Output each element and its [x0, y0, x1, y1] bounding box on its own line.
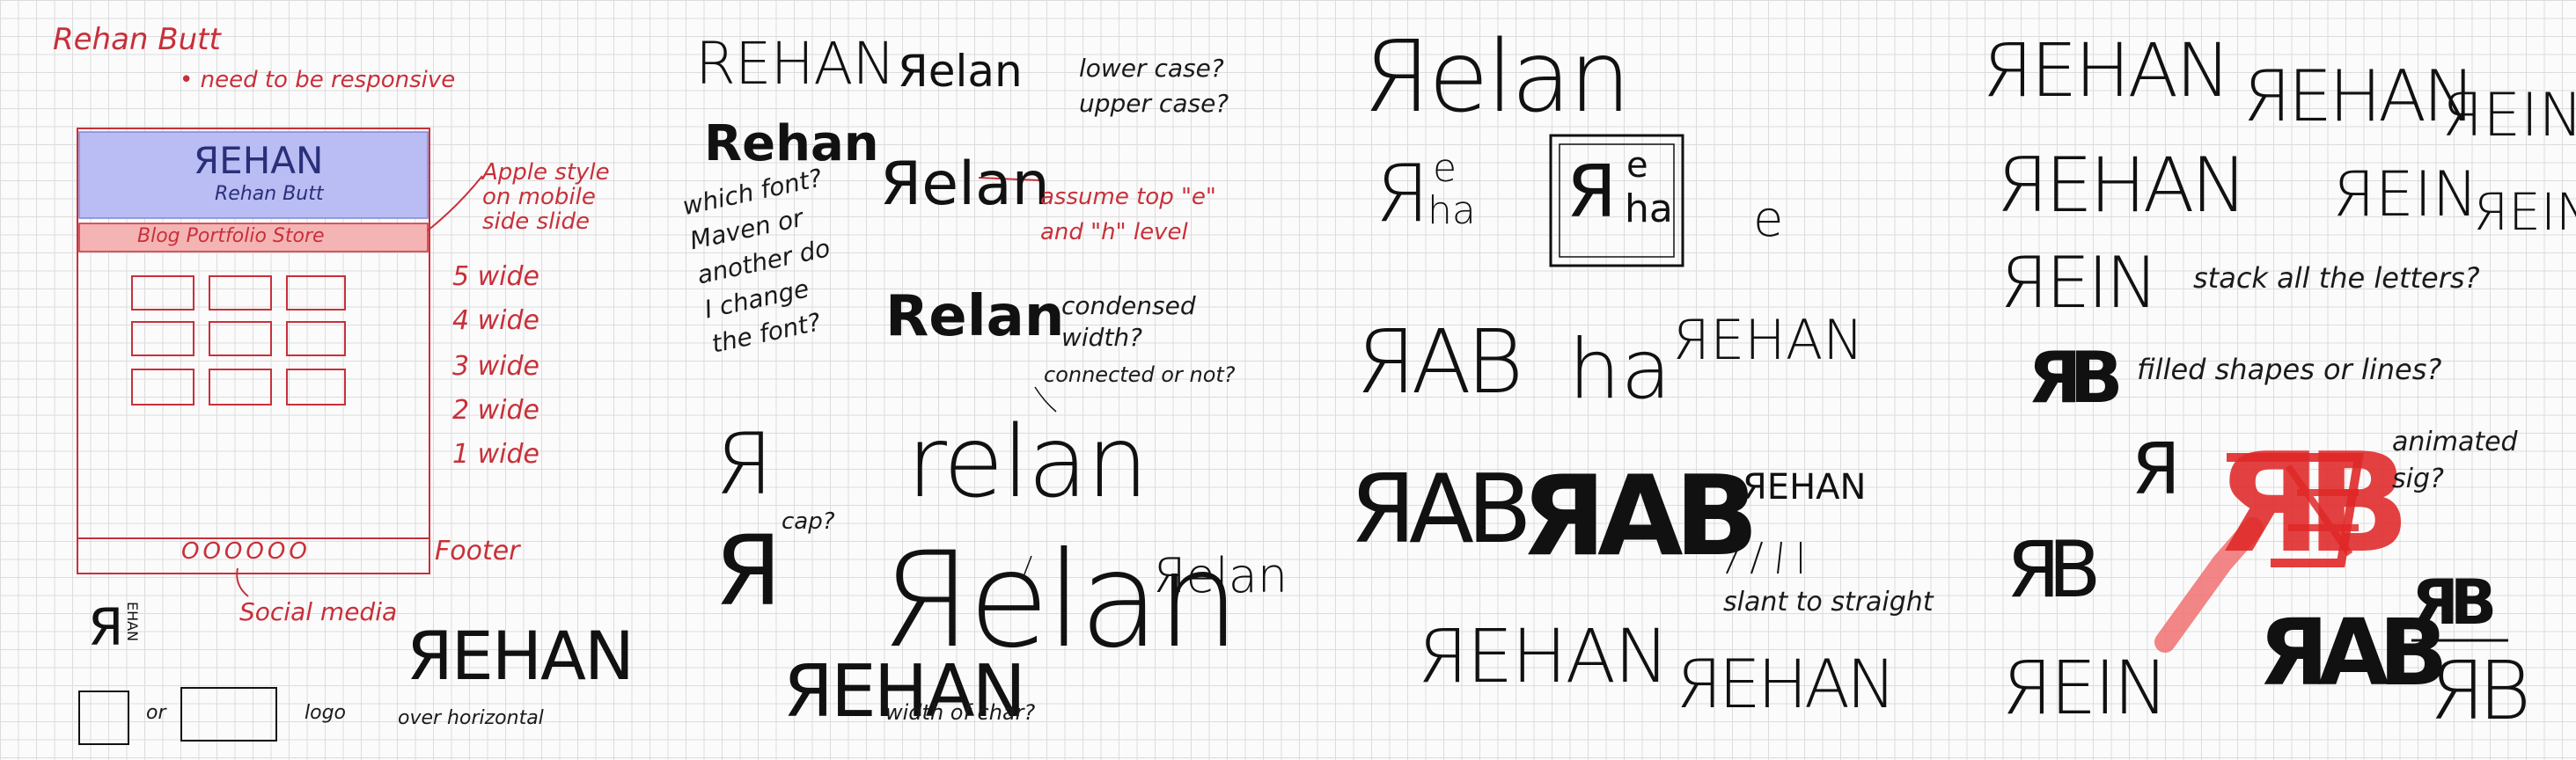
wireframe-grid	[131, 275, 346, 406]
rehan-bottom-b: ЯEHAN	[1676, 645, 1897, 723]
rab-bold-black: ЯAB	[2258, 599, 2448, 706]
rab-thin: ЯAB	[1355, 311, 1523, 413]
rehan-2: ЯEHAN	[2242, 55, 2476, 137]
or-label: or	[146, 702, 166, 724]
rehan-1: ЯEHAN	[1982, 27, 2231, 113]
animated-sig-note: animated sig?	[2392, 427, 2518, 494]
rb-mark-outline: ЯB	[2429, 644, 2531, 738]
cap-r-glyph: Я	[715, 515, 782, 627]
grid-2-wide: 2 wide	[452, 395, 539, 426]
rein-bottom: ЯEIN	[2001, 645, 2169, 731]
grid-5-wide: 5 wide	[452, 261, 539, 292]
stacked-la: ha	[1427, 188, 1476, 233]
nav-bar-label: Blog Portfolio Store	[137, 225, 325, 247]
width-of-char-note: width of char?	[885, 700, 1036, 725]
ha-glyphs: ha	[1568, 322, 1672, 418]
rehan-bold: Rehan	[704, 115, 879, 172]
relan-top: Яelan	[1362, 20, 1631, 135]
connected-note: connected or not?	[1044, 362, 1236, 387]
rab-bold: ЯAB	[1521, 451, 1759, 581]
condensed-note: condensed width?	[1061, 291, 1196, 352]
rehan-3: ЯEHAN	[1996, 142, 2248, 230]
rehan-large: relan	[906, 406, 1149, 520]
lowercase-e: e	[1753, 191, 1784, 248]
footer-icons: OOOOOO	[181, 538, 311, 565]
rein-1: ЯEIN	[2441, 81, 2576, 150]
rehan-hook: ЯEHAN	[1672, 308, 1864, 372]
whiteboard-canvas: Rehan Butt • need to be responsive ЯEHAN…	[0, 0, 2576, 760]
r-single: Я	[2132, 428, 2181, 510]
logo-label: logo	[305, 702, 346, 724]
rein-4: ЯEIN	[2000, 242, 2159, 324]
lower-upper-note: lower case? upper case?	[1079, 54, 1229, 118]
rehan-slant: ЯEHAN	[1743, 467, 1867, 508]
responsive-note: • need to be responsive	[180, 67, 456, 93]
slant-note: slant to straight	[1723, 587, 1934, 618]
relan-sample-2: Яelan	[880, 150, 1050, 219]
grid-3-wide: 3 wide	[452, 351, 539, 382]
stacked-e: e	[1433, 146, 1457, 191]
filled-shapes-note: filled shapes or lines?	[2137, 353, 2442, 386]
social-media-label: Social media	[239, 597, 398, 626]
stacked-ehan: EHAN	[124, 602, 141, 642]
grid-4-wide: 4 wide	[452, 305, 539, 336]
footer-label: Footer	[435, 536, 520, 566]
author-name: Rehan Butt	[53, 22, 221, 57]
relan-sample-1: Яelan	[898, 46, 1023, 97]
header-name: Rehan Butt	[215, 183, 324, 205]
apple-style-note: Apple style on mobile side slide	[482, 159, 610, 235]
header-logo: ЯEHAN	[194, 139, 324, 182]
over-horizontal-note: over horizontal	[398, 707, 544, 729]
rein-2: ЯEIN	[2332, 158, 2478, 230]
assume-level-note: assume top "e" and "h" level	[1040, 184, 1216, 245]
framed-e: e	[1626, 145, 1648, 186]
stacked-r-glyph: Я	[88, 597, 124, 657]
rein-3: ЯEIN	[2473, 182, 2576, 242]
logo-square-box	[78, 691, 129, 745]
r-mark-thin: Я	[715, 415, 774, 514]
rehan-bottom-a: ЯEHAN	[1417, 613, 1670, 699]
relan-small: Яelan	[1153, 548, 1288, 603]
stacked-r: Я	[1375, 148, 1430, 240]
grid-1-wide: 1 wide	[452, 439, 539, 470]
ra-ligature-2: ЯB	[2007, 524, 2101, 615]
cap-note: cap?	[782, 508, 835, 535]
horizontal-logo: ЯEHAN	[407, 617, 635, 695]
logo-wide-box	[180, 687, 277, 742]
stack-letters-note: stack all the letters?	[2193, 261, 2480, 295]
rehan-caps: REHAN	[695, 30, 896, 98]
relan-condensed: Relan	[885, 284, 1065, 349]
framed-la: ha	[1625, 186, 1673, 231]
animated-sig-mark: ЯB	[2216, 423, 2411, 583]
ra-ligature: ЯB	[2028, 337, 2124, 419]
rab-medium: ЯAB	[1350, 455, 1532, 565]
framed-r: Я	[1567, 150, 1617, 234]
